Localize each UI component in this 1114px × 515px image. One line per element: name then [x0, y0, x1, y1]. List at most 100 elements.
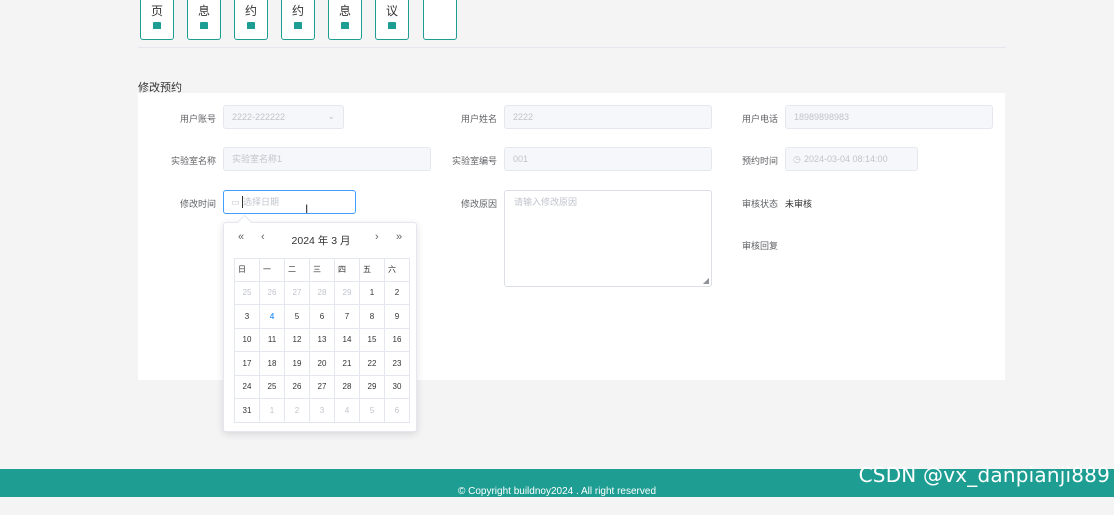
nav-tile[interactable] [423, 0, 457, 40]
day-cell[interactable]: 20 [309, 351, 335, 376]
day-cell[interactable]: 22 [359, 351, 385, 376]
day-cell[interactable]: 2 [384, 280, 410, 305]
clock-icon: ◷ [793, 154, 801, 164]
lab-code-label: 实验室编号 [451, 156, 497, 166]
weekday-header: 日 [234, 258, 260, 282]
nav-tile[interactable]: 约 [234, 0, 268, 40]
text-cursor-icon: I [305, 202, 309, 216]
day-cell[interactable]: 10 [234, 327, 260, 352]
day-cell[interactable]: 30 [384, 374, 410, 399]
nav-tile-text: 约 [291, 4, 304, 18]
day-cell[interactable]: 13 [309, 327, 335, 352]
day-cell[interactable]: 5 [359, 398, 385, 423]
nav-tile-text: 约 [244, 4, 257, 18]
user-account-select[interactable]: 2222-222222 ⌄ [223, 105, 344, 129]
day-cell[interactable]: 2 [284, 398, 310, 423]
nav-tile[interactable]: 息 [328, 0, 362, 40]
user-name-value: 2222 [513, 112, 534, 122]
day-cell[interactable]: 19 [284, 351, 310, 376]
day-cell[interactable]: 8 [359, 304, 385, 329]
day-cell[interactable]: 29 [359, 374, 385, 399]
day-cell-today[interactable]: 4 [259, 304, 285, 329]
modify-time-label: 修改时间 [179, 199, 216, 209]
day-cell[interactable]: 3 [234, 304, 260, 329]
day-cell[interactable]: 21 [334, 351, 360, 376]
day-cell[interactable]: 1 [259, 398, 285, 423]
day-cell[interactable]: 28 [334, 374, 360, 399]
lab-name-label: 实验室名称 [170, 156, 216, 166]
nav-tile[interactable]: 息 [187, 0, 221, 40]
day-cell[interactable]: 25 [234, 280, 260, 305]
user-account-value: 2222-222222 [232, 112, 286, 122]
day-cell[interactable]: 27 [309, 374, 335, 399]
day-cell[interactable]: 3 [309, 398, 335, 423]
next-month-button[interactable]: › [375, 231, 379, 243]
home-icon [247, 22, 255, 29]
calendar-icon: ▭ [231, 197, 240, 207]
nav-tile[interactable]: 约 [281, 0, 315, 40]
nav-tile-text: 息 [338, 4, 351, 18]
user-phone-label: 用户电话 [741, 114, 778, 124]
day-cell[interactable]: 26 [259, 280, 285, 305]
day-cell[interactable]: 15 [359, 327, 385, 352]
lab-code-input[interactable]: 001 [504, 147, 712, 171]
divider [138, 47, 1006, 48]
home-icon [341, 22, 349, 29]
day-cell[interactable]: 11 [259, 327, 285, 352]
day-cell[interactable]: 12 [284, 327, 310, 352]
day-cell[interactable]: 17 [234, 351, 260, 376]
day-cell[interactable]: 29 [334, 280, 360, 305]
picker-title: 2024 年 3 月 [291, 235, 351, 247]
home-icon [294, 22, 302, 29]
day-cell[interactable]: 25 [259, 374, 285, 399]
day-cell[interactable]: 1 [359, 280, 385, 305]
resize-handle-icon[interactable]: ◢ [703, 276, 709, 285]
day-cell[interactable]: 6 [309, 304, 335, 329]
footer-copyright: © Copyright buildnoy2024 . All right res… [457, 486, 657, 497]
weekday-header: 六 [384, 258, 410, 282]
user-name-label: 用户姓名 [460, 114, 497, 124]
day-cell[interactable]: 14 [334, 327, 360, 352]
nav-tile-text: 页 [150, 4, 163, 18]
home-icon [153, 22, 161, 29]
day-cell[interactable]: 16 [384, 327, 410, 352]
user-account-label: 用户账号 [179, 114, 216, 124]
day-cell[interactable]: 18 [259, 351, 285, 376]
day-cell[interactable]: 24 [234, 374, 260, 399]
review-status-value: 未审核 [785, 199, 813, 209]
user-phone-input[interactable]: 18989898983 [785, 105, 993, 129]
day-cell[interactable]: 26 [284, 374, 310, 399]
weekday-header: 二 [284, 258, 310, 282]
weekday-header: 一 [259, 258, 285, 282]
weekday-header: 三 [309, 258, 335, 282]
day-cell[interactable]: 9 [384, 304, 410, 329]
day-cell[interactable]: 6 [384, 398, 410, 423]
nav-tile[interactable]: 页 [140, 0, 174, 40]
reserve-time-label: 预约时间 [741, 156, 778, 166]
day-cell[interactable]: 27 [284, 280, 310, 305]
day-cell[interactable]: 28 [309, 280, 335, 305]
chevron-down-icon: ⌄ [327, 111, 335, 121]
day-cell[interactable]: 5 [284, 304, 310, 329]
nav-tile[interactable]: 议 [375, 0, 409, 40]
modify-time-placeholder: 选择日期 [243, 197, 280, 207]
reserve-time-input[interactable]: ◷ 2024-03-04 08:14:00 [785, 147, 918, 171]
weekday-header: 四 [334, 258, 360, 282]
calendar-grid: 日 一 二 三 四 五 六 25 26 27 28 29 1 2 3 4 5 6… [234, 258, 410, 423]
modify-reason-label: 修改原因 [460, 199, 497, 209]
day-cell[interactable]: 4 [334, 398, 360, 423]
lab-name-input[interactable]: 实验室名称1 [223, 147, 431, 171]
user-name-input[interactable]: 2222 [504, 105, 712, 129]
day-cell[interactable]: 31 [234, 398, 260, 423]
lab-name-placeholder: 实验室名称1 [232, 154, 283, 164]
next-year-button[interactable]: » [396, 231, 402, 243]
nav-tile-text: 议 [385, 4, 398, 18]
modify-reason-textarea[interactable]: 请输入修改原因 ◢ [504, 190, 712, 287]
day-cell[interactable]: 23 [384, 351, 410, 376]
nav-tile-text: 息 [197, 4, 210, 18]
review-status-label: 审核状态 [741, 199, 778, 209]
modify-time-date-input[interactable]: ▭ 选择日期 [223, 190, 356, 214]
day-cell[interactable]: 7 [334, 304, 360, 329]
home-icon [388, 22, 396, 29]
reserve-time-value: 2024-03-04 08:14:00 [804, 154, 888, 164]
